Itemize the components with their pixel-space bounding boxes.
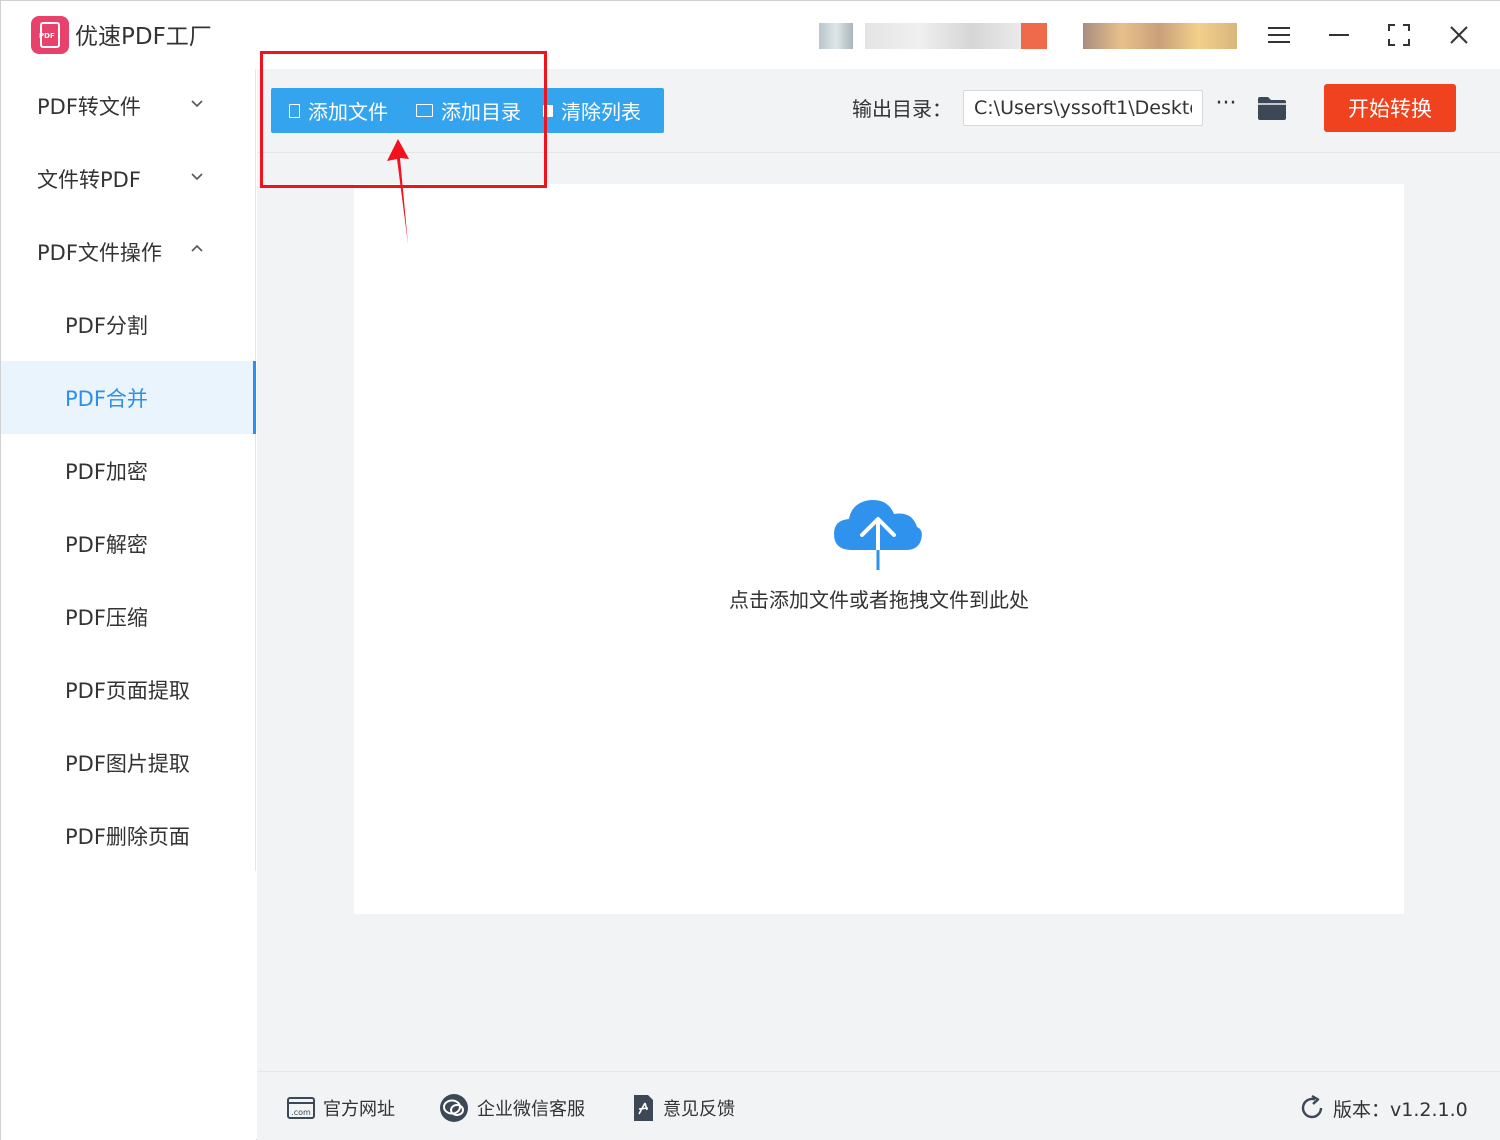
clear-list-button[interactable]: 清除列表 [531, 88, 664, 133]
folder-open-icon[interactable] [1257, 95, 1287, 121]
nav-group-label: 文件转PDF [37, 167, 141, 192]
redacted-vip-banner[interactable] [1083, 23, 1237, 49]
redacted-avatar [819, 23, 853, 49]
annotation-arrow-icon [387, 139, 409, 244]
sidebar-item-pdf-image-extract[interactable]: PDF图片提取 [1, 726, 256, 799]
sidebar-item-label: PDF删除页面 [65, 824, 190, 849]
maximize-icon[interactable] [1379, 15, 1419, 55]
file-drop-zone[interactable]: 点击添加文件或者拖拽文件到此处 [354, 184, 1404, 914]
app-title: 优速PDF工厂 [75, 24, 212, 50]
chevron-up-icon [191, 244, 203, 252]
wechat-service-label: 企业微信客服 [477, 1099, 585, 1120]
sidebar-item-label: PDF合并 [65, 386, 148, 411]
sidebar-item-pdf-page-extract[interactable]: PDF页面提取 [1, 653, 256, 726]
title-bar: PDF 优速PDF工厂 [1, 1, 1500, 69]
sidebar-item-pdf-encrypt[interactable]: PDF加密 [1, 434, 256, 507]
chevron-down-icon [191, 173, 203, 181]
sidebar-item-label: PDF图片提取 [65, 751, 190, 776]
browse-more-button[interactable]: ··· [1213, 91, 1239, 125]
feedback-label: 意见反馈 [663, 1099, 735, 1120]
sidebar-item-label: PDF加密 [65, 459, 148, 484]
nav-group-pdf-operations[interactable]: PDF文件操作 [1, 215, 256, 288]
sidebar: PDF转文件 文件转PDF PDF文件操作 PDF分割 PDF合并 PDF加密 … [1, 69, 256, 871]
website-label: 官方网址 [323, 1099, 395, 1120]
sidebar-item-label: PDF压缩 [65, 605, 148, 630]
clear-list-label: 清除列表 [561, 100, 641, 124]
close-icon[interactable] [1439, 15, 1479, 55]
website-link[interactable]: .com 官方网址 [287, 1094, 395, 1122]
app-window: PDF 优速PDF工厂 PDF转文件 文件转PDF PDF文件操作 PDF分割 … [0, 0, 1500, 1140]
pdf-logo-icon: PDF [31, 16, 69, 54]
footer: .com 官方网址 企业微信客服 意见反馈 版本：v1.2.1.0 [257, 1071, 1500, 1140]
wechat-icon [440, 1094, 468, 1122]
nav-group-file-to-pdf[interactable]: 文件转PDF [1, 142, 256, 215]
version-info: 版本：v1.2.1.0 [1299, 1094, 1468, 1122]
logo-text: PDF [39, 32, 55, 40]
menu-icon[interactable] [1259, 15, 1299, 55]
output-directory-input[interactable] [963, 90, 1203, 126]
sidebar-item-label: PDF页面提取 [65, 678, 190, 703]
sidebar-item-pdf-compress[interactable]: PDF压缩 [1, 580, 256, 653]
cloud-upload-icon [834, 499, 922, 572]
main-panel: 添加文件 添加目录 清除列表 输出目录： ··· 开 [257, 69, 1500, 1071]
output-directory-label: 输出目录： [852, 97, 952, 121]
sidebar-item-pdf-decrypt[interactable]: PDF解密 [1, 507, 256, 580]
minimize-icon[interactable] [1319, 15, 1359, 55]
sidebar-item-label: PDF分割 [65, 313, 148, 338]
start-convert-button[interactable]: 开始转换 [1324, 84, 1456, 132]
feedback-link[interactable]: 意见反馈 [631, 1094, 735, 1122]
redacted-badge [1021, 23, 1047, 49]
website-icon: .com [287, 1097, 315, 1119]
sidebar-item-pdf-split[interactable]: PDF分割 [1, 288, 256, 361]
sidebar-item-label: PDF解密 [65, 532, 148, 557]
drop-zone-hint: 点击添加文件或者拖拽文件到此处 [729, 588, 1029, 612]
feedback-icon [634, 1095, 653, 1121]
version-label: 版本：v1.2.1.0 [1333, 1098, 1468, 1121]
sidebar-item-pdf-delete-pages[interactable]: PDF删除页面 [1, 799, 256, 872]
chevron-down-icon [191, 100, 203, 108]
redacted-account [865, 23, 1025, 49]
nav-group-label: PDF转文件 [37, 94, 141, 119]
nav-group-pdf-to-file[interactable]: PDF转文件 [1, 69, 256, 142]
nav-group-label: PDF文件操作 [37, 240, 162, 265]
sidebar-blank [1, 871, 256, 1140]
wechat-service-link[interactable]: 企业微信客服 [439, 1094, 585, 1122]
refresh-icon [1301, 1095, 1323, 1119]
sidebar-item-pdf-merge[interactable]: PDF合并 [1, 361, 256, 434]
website-icon-text: .com [291, 1108, 311, 1117]
